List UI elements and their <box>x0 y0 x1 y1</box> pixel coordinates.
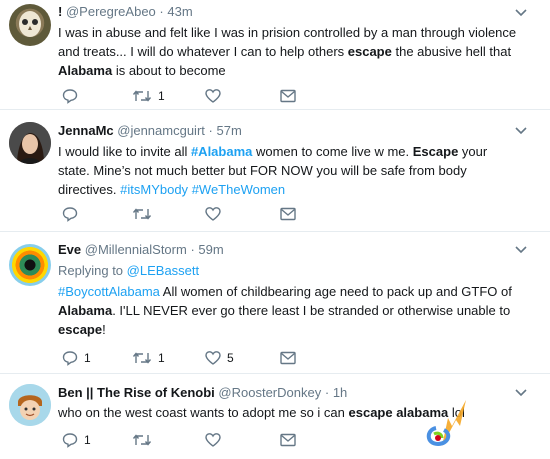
like-count: 5 <box>227 351 234 365</box>
heart-icon <box>205 89 221 103</box>
direct-message-button[interactable] <box>280 86 296 106</box>
highlighted-text: Alabama <box>58 303 113 318</box>
like-button[interactable] <box>205 430 227 450</box>
tweet-1[interactable]: ! @PeregreAbeo · 43m I was in abuse and … <box>0 0 550 110</box>
timestamp[interactable]: 43m <box>167 4 192 19</box>
highlighted-text: Escape <box>412 144 459 159</box>
heart-icon <box>205 433 221 447</box>
tweet-text-segment: . I'LL NEVER ever go there least I be st… <box>112 303 511 318</box>
avatar[interactable] <box>9 4 51 46</box>
retweet-button[interactable] <box>132 204 158 224</box>
user-handle[interactable]: @MillennialStorm <box>85 242 187 257</box>
avatar[interactable] <box>9 244 51 286</box>
timestamp[interactable]: 59m <box>198 242 223 257</box>
reply-button[interactable]: 1 <box>62 348 91 368</box>
envelope-icon <box>280 433 296 447</box>
reply-count: 1 <box>84 351 91 365</box>
retweet-icon <box>132 352 152 364</box>
chevron-down-icon[interactable] <box>514 123 528 137</box>
tweet-text-segment: is about to become <box>112 63 226 78</box>
tweet-2[interactable]: JennaMc @jennamcguirt · 57m I would like… <box>0 110 550 232</box>
user-handle[interactable]: @PeregreAbeo <box>66 4 156 19</box>
tweet-4[interactable]: Ben || The Rise of Kenobi @RoosterDonkey… <box>0 374 550 459</box>
reply-icon <box>62 433 78 448</box>
reply-button[interactable] <box>62 204 84 224</box>
tweet-text-segment: All women of childbearing age need to pa… <box>159 284 512 299</box>
timestamp[interactable]: 1h <box>333 385 347 400</box>
hashtag-link[interactable]: #BoycottAlabama <box>58 284 160 299</box>
reply-button[interactable] <box>62 86 84 106</box>
display-name[interactable]: JennaMc <box>58 123 114 138</box>
display-name[interactable]: Ben || The Rise of Kenobi <box>58 385 215 400</box>
direct-message-button[interactable] <box>280 430 296 450</box>
display-name[interactable]: ! <box>58 4 62 19</box>
envelope-icon <box>280 89 296 103</box>
tweet-header: Eve @MillennialStorm · 59m <box>58 241 520 258</box>
separator-dot: · <box>324 385 330 400</box>
hashtag-link[interactable]: #WeTheWomen <box>192 182 285 197</box>
retweet-count: 1 <box>158 89 165 103</box>
separator-dot: · <box>159 4 164 19</box>
avatar[interactable] <box>9 384 51 426</box>
retweet-button[interactable]: 1 <box>132 348 165 368</box>
tweet-actions: 1 <box>58 430 318 450</box>
like-button[interactable] <box>205 204 227 224</box>
highlighted-text: escape <box>347 44 392 59</box>
display-name[interactable]: Eve <box>58 242 81 257</box>
heart-icon <box>205 351 221 365</box>
user-handle[interactable]: @RoosterDonkey <box>218 385 321 400</box>
tweet-text-segment: I would like to invite all <box>58 144 191 159</box>
separator-dot: · <box>208 123 213 138</box>
tweet-actions: 1 1 5 <box>58 348 318 368</box>
tweet-header: JennaMc @jennamcguirt · 57m <box>58 122 520 139</box>
reply-icon <box>62 207 78 222</box>
envelope-icon <box>280 207 296 221</box>
hashtag-link[interactable]: #itsMYbody <box>120 182 188 197</box>
separator-dot: · <box>190 242 195 257</box>
replying-to: Replying to @LEBassett <box>58 261 520 280</box>
tweet-actions: 1 <box>58 86 318 106</box>
tweet-actions <box>58 204 318 224</box>
like-button[interactable]: 5 <box>205 348 234 368</box>
tweet-3[interactable]: Eve @MillennialStorm · 59m Replying to @… <box>0 232 550 374</box>
hashtag-link[interactable]: #Alabama <box>191 144 252 159</box>
direct-message-button[interactable] <box>280 204 296 224</box>
direct-message-button[interactable] <box>280 348 296 368</box>
retweet-count: 1 <box>158 351 165 365</box>
avatar[interactable] <box>9 122 51 164</box>
reply-count: 1 <box>84 433 91 447</box>
retweet-icon <box>132 208 152 220</box>
replying-to-handle[interactable]: @LEBassett <box>127 263 199 278</box>
retweet-button[interactable] <box>132 430 158 450</box>
tweet-text-segment: women to come live w me. <box>252 144 413 159</box>
tweet-header: ! @PeregreAbeo · 43m <box>58 3 520 20</box>
envelope-icon <box>280 351 296 365</box>
user-handle[interactable]: @jennamcguirt <box>117 123 205 138</box>
reply-icon <box>62 89 78 104</box>
like-button[interactable] <box>205 86 227 106</box>
tweet-text-segment: the abusive hell that <box>391 44 512 59</box>
replying-to-label: Replying to <box>58 263 124 278</box>
highlighted-text: Alabama <box>58 63 113 78</box>
retweet-button[interactable]: 1 <box>132 86 165 106</box>
reply-icon <box>62 351 78 366</box>
retweet-icon <box>132 90 152 102</box>
chevron-down-icon[interactable] <box>514 385 528 399</box>
timestamp[interactable]: 57m <box>216 123 241 138</box>
highlighted-text: escape <box>58 322 103 337</box>
retweet-icon <box>132 434 152 446</box>
tweet-text: I was in abuse and felt like I was in pr… <box>58 23 520 80</box>
tweet-text: #BoycottAlabama All women of childbearin… <box>58 282 520 339</box>
heart-icon <box>205 207 221 221</box>
tweet-text-segment: who on the west coast wants to adopt me … <box>58 405 349 420</box>
chevron-down-icon[interactable] <box>514 242 528 256</box>
tweet-text: I would like to invite all #Alabama wome… <box>58 142 520 199</box>
tweet-text-segment: ! <box>102 322 106 337</box>
watermark-logo <box>426 400 466 447</box>
chevron-down-icon[interactable] <box>514 5 528 19</box>
reply-button[interactable]: 1 <box>62 430 91 450</box>
